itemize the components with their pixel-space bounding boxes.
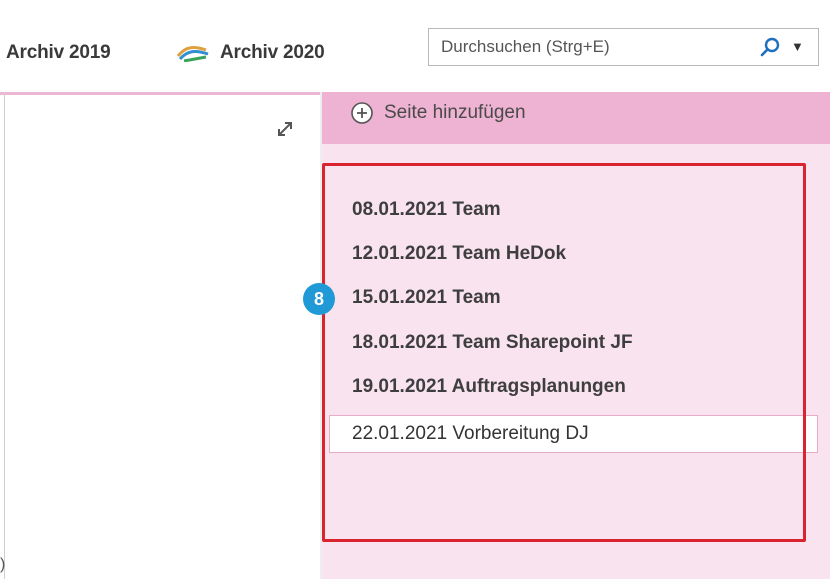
add-page-label: Seite hinzufügen <box>384 102 526 123</box>
page-item[interactable]: 18.01.2021 Team Sharepoint JF <box>352 332 633 354</box>
tab-label: Archiv 2019 <box>6 42 111 63</box>
chevron-down-icon[interactable]: ▼ <box>791 39 804 54</box>
tab-label: Archiv 2020 <box>220 42 325 63</box>
search-icon[interactable] <box>759 36 781 58</box>
page-item[interactable]: 15.01.2021 Team <box>352 287 501 309</box>
page-item[interactable]: 12.01.2021 Team HeDok <box>352 243 566 265</box>
callout-badge: 8 <box>303 283 335 315</box>
page-item-selected[interactable]: 22.01.2021 Vorbereitung DJ <box>329 415 818 453</box>
search-box[interactable]: ▼ <box>428 28 819 66</box>
pane-border <box>4 92 5 579</box>
tab-archiv-2019[interactable]: Archiv 2019 <box>6 42 111 64</box>
top-bar: Archiv 2019 Archiv 2020 ▼ <box>0 0 830 92</box>
page-item[interactable]: 08.01.2021 Team <box>352 199 501 221</box>
page-content-area[interactable] <box>0 92 320 579</box>
plus-circle-icon <box>351 102 373 124</box>
page-item[interactable]: 19.01.2021 Auftragsplanungen <box>352 376 626 398</box>
tab-archiv-2020[interactable]: Archiv 2020 <box>176 42 325 64</box>
add-page-button[interactable]: Seite hinzufügen <box>350 101 526 125</box>
expand-icon[interactable] <box>274 118 296 140</box>
cut-off-text: ) <box>0 556 6 573</box>
notebook-icon <box>176 46 209 62</box>
search-input[interactable] <box>429 29 729 65</box>
